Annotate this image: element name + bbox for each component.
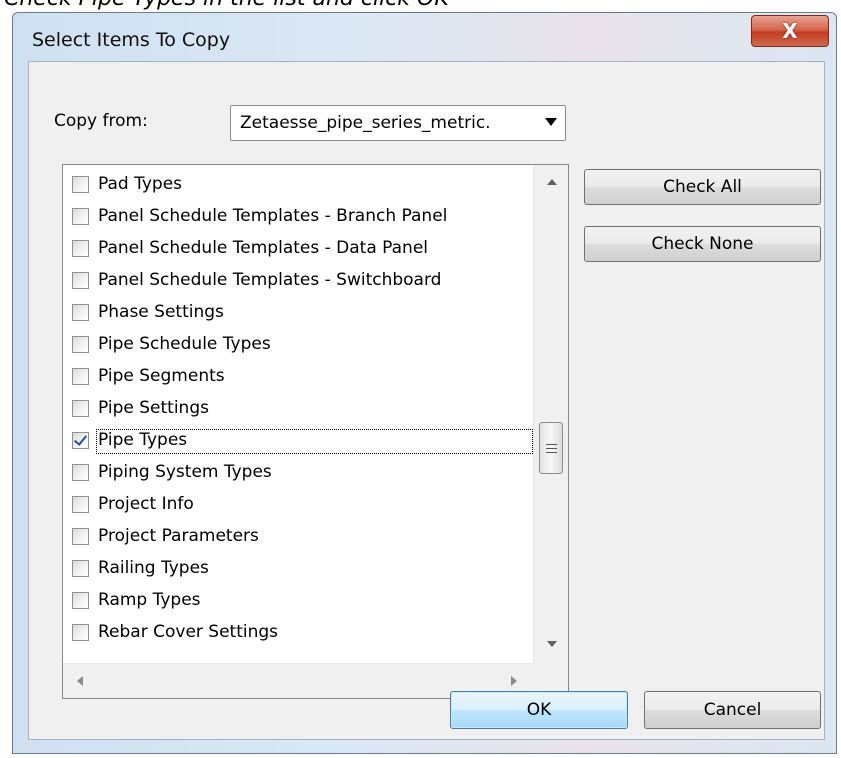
checkbox[interactable] (72, 176, 89, 193)
checkbox[interactable] (72, 592, 89, 609)
list-item-label: Ramp Types (98, 590, 201, 610)
list-item[interactable]: Pad Types (63, 169, 533, 201)
scroll-up-icon[interactable] (547, 179, 557, 185)
close-button[interactable]: X (751, 15, 829, 47)
checkbox[interactable] (72, 496, 89, 513)
scroll-down-icon[interactable] (547, 641, 557, 647)
list-item[interactable]: Rebar Cover Settings (63, 617, 533, 649)
ok-button[interactable]: OK (450, 691, 628, 729)
list-item[interactable]: Panel Schedule Templates - Data Panel (63, 233, 533, 265)
checkbox[interactable] (72, 528, 89, 545)
list-item[interactable]: Ramp Types (63, 585, 533, 617)
list-item-label: Piping System Types (98, 462, 272, 482)
close-icon: X (782, 19, 798, 43)
checkbox[interactable] (72, 464, 89, 481)
list-item[interactable]: Pipe Segments (63, 361, 533, 393)
checkbox[interactable] (72, 304, 89, 321)
checkbox[interactable] (72, 368, 89, 385)
checkbox[interactable] (72, 336, 89, 353)
copy-from-dropdown[interactable]: Zetaesse_pipe_series_metric. (230, 105, 566, 141)
items-checklist[interactable]: Pad Types Panel Schedule Templates - Bran… (62, 164, 569, 699)
list-item[interactable]: Panel Schedule Templates - Switchboard (63, 265, 533, 297)
copy-from-selected-value: Zetaesse_pipe_series_metric. (240, 113, 491, 133)
select-items-dialog: Select Items To Copy X Copy from: Zetaes… (12, 12, 837, 754)
list-item-label: Pipe Schedule Types (98, 334, 271, 354)
chevron-down-icon[interactable] (545, 118, 557, 126)
list-item-label: Project Info (98, 494, 194, 514)
grip-line (546, 452, 557, 453)
vertical-scrollbar[interactable] (533, 165, 568, 663)
list-item[interactable]: Pipe Types (63, 425, 533, 457)
checkbox[interactable] (72, 208, 89, 225)
checklist-items: Pad Types Panel Schedule Templates - Bran… (63, 169, 533, 657)
cancel-button[interactable]: Cancel (644, 691, 821, 729)
list-item-label: Panel Schedule Templates - Data Panel (98, 238, 429, 258)
list-item[interactable]: Panel Schedule Templates - Branch Panel (63, 201, 533, 233)
checkbox[interactable] (72, 272, 89, 289)
checkbox[interactable] (72, 624, 89, 641)
check-none-button[interactable]: Check None (584, 226, 821, 262)
list-item[interactable]: Pipe Settings (63, 393, 533, 425)
checkbox[interactable] (72, 560, 89, 577)
list-item[interactable]: Phase Settings (63, 297, 533, 329)
list-item-label: Pipe Types (98, 430, 188, 450)
check-all-button[interactable]: Check All (584, 169, 821, 205)
grip-line (546, 448, 557, 449)
list-item-label: Railing Types (98, 558, 209, 578)
list-item-label: Panel Schedule Templates - Switchboard (98, 270, 442, 290)
scroll-right-icon[interactable] (511, 676, 517, 686)
dialog-title: Select Items To Copy (32, 29, 231, 51)
list-item-label: Panel Schedule Templates - Branch Panel (98, 206, 448, 226)
list-item-label: Pad Types (98, 174, 183, 194)
list-item[interactable]: Piping System Types (63, 457, 533, 489)
grip-line (546, 444, 557, 445)
list-item-label: Rebar Cover Settings (98, 622, 279, 642)
list-item[interactable]: Project Parameters (63, 521, 533, 553)
copy-from-label: Copy from: (54, 111, 148, 131)
checkbox[interactable] (72, 400, 89, 417)
list-item[interactable]: Railing Types (63, 553, 533, 585)
list-item-label: Pipe Segments (98, 366, 225, 386)
instruction-caption: Check Pipe Types in the list and click O… (0, 0, 841, 12)
list-item-label: Project Parameters (98, 526, 259, 546)
list-item-label: Pipe Settings (98, 398, 209, 418)
scroll-left-icon[interactable] (77, 676, 83, 686)
scroll-thumb[interactable] (539, 422, 563, 474)
instruction-caption-text: Check Pipe Types in the list and click O… (4, 0, 449, 11)
list-item[interactable]: Project Info (63, 489, 533, 521)
checkbox-checked[interactable] (72, 432, 89, 449)
dialog-client-area: Copy from: Zetaesse_pipe_series_metric. … (28, 61, 825, 740)
list-item-label: Phase Settings (98, 302, 224, 322)
list-item[interactable]: Pipe Schedule Types (63, 329, 533, 361)
checkbox[interactable] (72, 240, 89, 257)
